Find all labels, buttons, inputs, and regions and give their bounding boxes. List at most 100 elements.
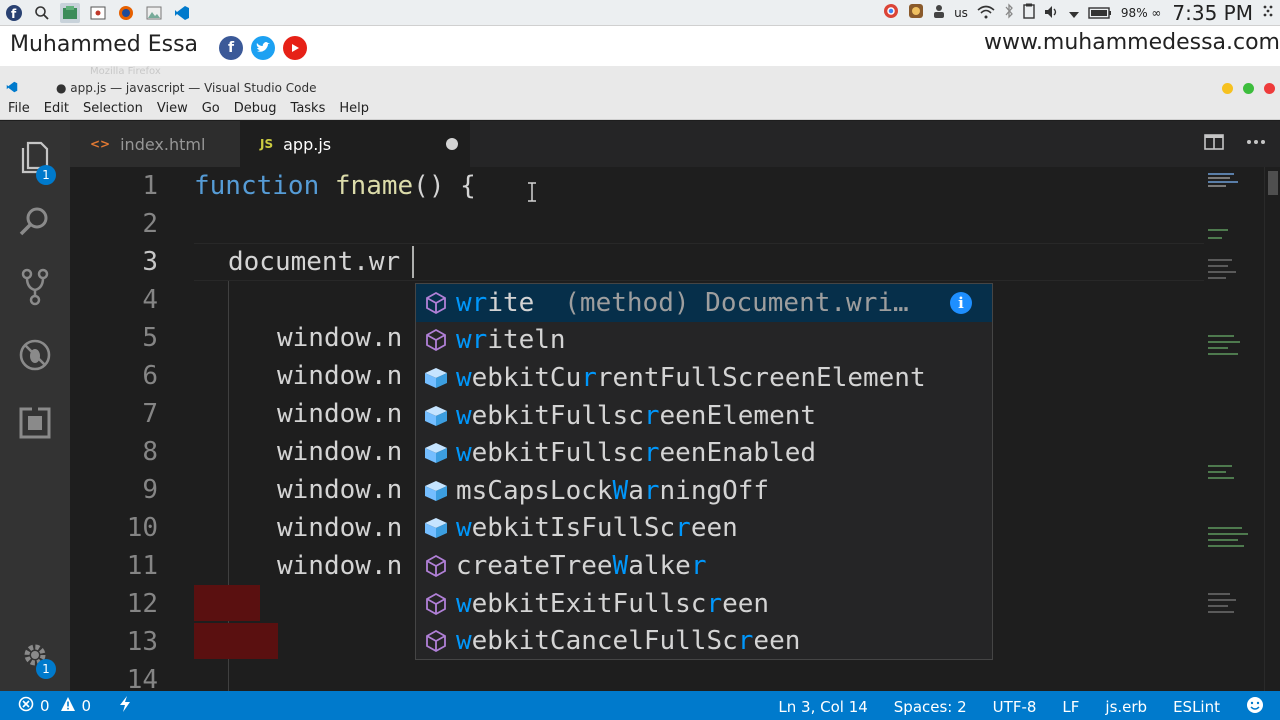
screenshot-app-icon[interactable] (88, 3, 108, 23)
clock[interactable]: 7:35 PM (1172, 1, 1253, 25)
menu-tasks[interactable]: Tasks (291, 101, 326, 116)
volume-dropdown-icon[interactable] (1068, 4, 1079, 23)
channel-banner: Muhammed Essa f www.muhammedessa.com (0, 26, 1280, 66)
suggestion-item[interactable]: webkitCurrentFullScreenElement (416, 359, 992, 397)
menu-view[interactable]: View (157, 101, 188, 116)
code-line-3: document.wr (228, 247, 401, 277)
keyboard-layout[interactable]: us (954, 6, 968, 20)
menu-bar: File Edit Selection View Go Debug Tasks … (0, 98, 1280, 120)
language-mode[interactable]: js.erb (1105, 698, 1147, 716)
scrollbar-thumb[interactable] (1268, 171, 1278, 195)
suggestion-label: webkitExitFullscreen (456, 588, 770, 619)
debug-button[interactable] (0, 327, 70, 387)
volume-icon[interactable] (1044, 4, 1060, 23)
minimize-button[interactable] (1222, 83, 1233, 94)
vscode-taskbar-icon[interactable] (172, 3, 192, 23)
split-editor-icon[interactable] (1204, 133, 1224, 155)
menu-help[interactable]: Help (339, 101, 369, 116)
errors-count[interactable]: 0 (40, 697, 50, 715)
lightning-icon[interactable] (119, 696, 131, 716)
user-tray-icon[interactable] (933, 3, 945, 23)
clipboard-icon[interactable] (1023, 3, 1035, 23)
warnings-count[interactable]: 0 (82, 697, 92, 715)
suggestion-label: writeln (456, 325, 566, 356)
indentation[interactable]: Spaces: 2 (894, 698, 967, 716)
explorer-button[interactable]: 1 (0, 129, 70, 189)
suggestion-item[interactable]: createTreeWalker (416, 547, 992, 585)
maximize-button[interactable] (1243, 83, 1254, 94)
suggestion-item[interactable]: webkitExitFullscreen (416, 585, 992, 623)
extensions-icon (19, 407, 51, 443)
code-line-6: window.n (277, 361, 403, 391)
linter-status[interactable]: ESLint (1173, 698, 1220, 716)
minimap[interactable] (1204, 167, 1264, 691)
file-manager-icon[interactable] (60, 2, 80, 23)
youtube-icon (283, 36, 307, 60)
menu-selection[interactable]: Selection (83, 101, 143, 116)
background-window-title: Mozilla Firefox (90, 66, 161, 77)
suggestion-item[interactable]: webkitFullscreenElement (416, 397, 992, 435)
close-button[interactable] (1264, 83, 1275, 94)
warning-icon[interactable] (60, 696, 76, 716)
os-top-panel: f us 98% ∞ 7:35 PM (0, 0, 1280, 26)
error-highlight (194, 623, 278, 659)
chrome-tray-icon[interactable] (883, 3, 899, 23)
firefox-icon[interactable] (116, 3, 136, 23)
property-icon (416, 472, 456, 509)
suggestion-widget: write (method) Document.wri… i writeln w… (415, 283, 993, 660)
menu-edit[interactable]: Edit (44, 101, 69, 116)
settings-badge: 1 (36, 659, 56, 679)
file-encoding[interactable]: UTF-8 (993, 698, 1037, 716)
keyword-token: function (194, 171, 320, 201)
system-menu-icon[interactable] (1262, 3, 1274, 23)
line-number: 5 (142, 323, 158, 353)
search-icon[interactable] (32, 3, 52, 23)
line-number: 9 (142, 475, 158, 505)
suggestion-item[interactable]: webkitIsFullScreen (416, 510, 992, 548)
search-icon (18, 204, 52, 242)
unsaved-indicator[interactable] (446, 138, 458, 150)
menu-go[interactable]: Go (202, 101, 220, 116)
method-icon (416, 547, 456, 584)
suggestion-item[interactable]: writeln (416, 322, 992, 360)
image-viewer-icon[interactable] (144, 3, 164, 23)
window-title: ● app.js — javascript — Visual Studio Co… (56, 81, 317, 95)
code-line-1: function fname() { (194, 167, 476, 205)
vertical-scrollbar[interactable] (1264, 167, 1280, 691)
app-tray-icon[interactable] (908, 3, 924, 23)
more-actions-icon[interactable] (1246, 133, 1266, 155)
method-icon (416, 322, 456, 359)
feedback-smiley-icon[interactable] (1246, 696, 1264, 718)
extensions-button[interactable] (0, 395, 70, 455)
code-line-9: window.n (277, 475, 403, 505)
cursor-position[interactable]: Ln 3, Col 14 (778, 698, 867, 716)
error-highlight (194, 585, 260, 621)
website-url: www.muhammedessa.com (983, 30, 1280, 55)
facebook-icon: f (219, 36, 243, 60)
manage-button[interactable]: 1 (0, 627, 70, 687)
tab-index-html[interactable]: <> index.html (70, 121, 240, 167)
line-ending[interactable]: LF (1062, 698, 1079, 716)
source-control-button[interactable] (0, 259, 70, 319)
suggestion-item[interactable]: write (method) Document.wri… i (416, 284, 992, 322)
fedora-menu-icon[interactable]: f (4, 3, 24, 23)
status-bar: 0 0 Ln 3, Col 14 Spaces: 2 UTF-8 LF js.e… (0, 691, 1280, 720)
battery-icon[interactable] (1088, 4, 1112, 23)
suggestion-item[interactable]: msCapsLockWarningOff (416, 472, 992, 510)
menu-debug[interactable]: Debug (234, 101, 277, 116)
suggestion-item[interactable]: webkitFullscreenEnabled (416, 434, 992, 472)
info-icon[interactable]: i (950, 292, 972, 314)
line-number: 8 (142, 437, 158, 467)
menu-file[interactable]: File (8, 101, 30, 116)
tab-app-js[interactable]: JS app.js (240, 121, 470, 167)
line-number: 6 (142, 361, 158, 391)
bluetooth-icon[interactable] (1004, 3, 1014, 23)
wifi-icon[interactable] (977, 4, 995, 23)
search-view-button[interactable] (0, 193, 70, 253)
code-line-10: window.n (277, 513, 403, 543)
line-number: 14 (126, 665, 158, 691)
suggestion-item[interactable]: webkitCancelFullScreen (416, 622, 992, 659)
code-line-11: window.n (277, 551, 403, 581)
errors-icon[interactable] (18, 696, 34, 716)
suggestion-label: webkitFullscreenEnabled (456, 438, 817, 469)
